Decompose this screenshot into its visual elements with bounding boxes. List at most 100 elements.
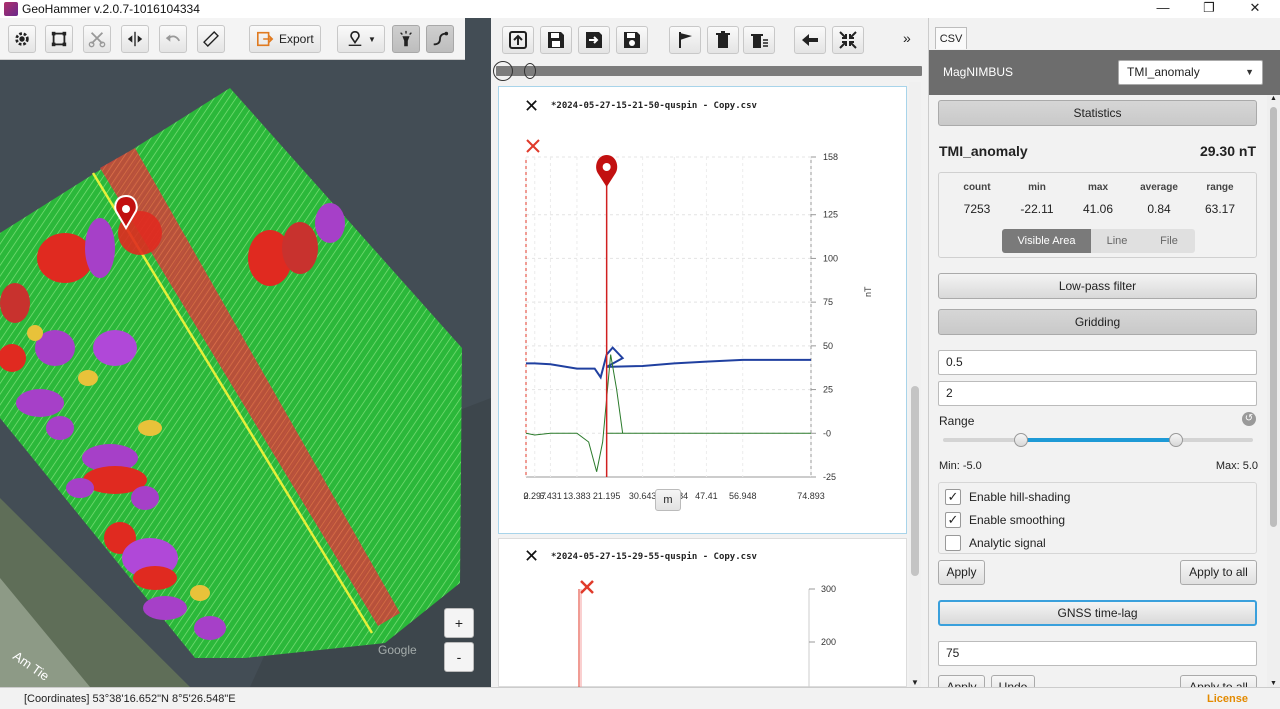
chart-start-x-icon[interactable]	[526, 139, 540, 153]
delete-all-button[interactable]	[743, 26, 775, 54]
scroll-down-icon[interactable]: ▼	[911, 678, 919, 687]
x-unit-button[interactable]: m	[655, 489, 681, 511]
range-slider-max-handle[interactable]	[1168, 433, 1183, 447]
range-handle-left[interactable]	[493, 61, 513, 81]
profile-chart-card-2[interactable]: ✕ *2024-05-27-15-29-55-quspin - Copy.csv…	[498, 538, 908, 689]
save-as-button[interactable]	[578, 26, 610, 54]
x-tick-label: 47.41	[695, 491, 718, 501]
hill-shading-label: Enable hill-shading	[969, 490, 1071, 504]
gnss-time-lag-button[interactable]: GNSS time-lag	[938, 600, 1257, 626]
close-icon[interactable]: ✕	[524, 96, 539, 117]
profile-scrollbar[interactable]: ▼	[909, 82, 921, 687]
smoothing-checkbox[interactable]: ✓	[945, 512, 961, 528]
profile-chart-card[interactable]: ✕ *2024-05-27-15-21-50-quspin - Copy.csv…	[498, 86, 907, 534]
x-tick-label: 30.643	[629, 491, 657, 501]
status-bar: [Coordinates] 53°38'16.652"N 8°5'26.548"…	[0, 687, 1280, 709]
y-axis-unit-label: nT	[863, 286, 873, 297]
x-tick-label: 13.383	[563, 491, 591, 501]
time-lag-input[interactable]: 75	[938, 641, 1257, 666]
option-analytic-signal[interactable]: Analytic signal	[945, 533, 1046, 553]
settings-scrollbar[interactable]: ▲ ▼	[1267, 95, 1280, 687]
zoom-out-button[interactable]: -	[444, 642, 474, 672]
delete-button[interactable]	[707, 26, 739, 54]
close-icon[interactable]: ✕	[524, 546, 539, 567]
stat-channel-name: TMI_anomaly	[939, 143, 1028, 159]
scrollbar-thumb[interactable]	[1270, 107, 1277, 527]
cut-button[interactable]	[83, 25, 111, 53]
collapse-view-button[interactable]	[832, 26, 864, 54]
map-canvas[interactable]: Am Tie Google	[0, 18, 491, 687]
apply-to-all-button-2[interactable]: Apply to all	[1180, 675, 1257, 687]
y-tick-label: 75	[823, 297, 833, 307]
reset-range-icon[interactable]: ↺	[1242, 412, 1256, 426]
scope-tab-line[interactable]: Line	[1091, 229, 1143, 253]
minimize-button[interactable]: —	[1140, 0, 1186, 18]
scroll-up-icon[interactable]: ▲	[1270, 95, 1277, 102]
statistics-button[interactable]: Statistics	[938, 100, 1257, 126]
profile-chart-2[interactable]: 300 200	[499, 579, 908, 689]
split-button[interactable]	[121, 25, 149, 53]
analytic-signal-checkbox[interactable]	[945, 535, 961, 551]
apply-to-all-button[interactable]: Apply to all	[1180, 560, 1257, 585]
undo-button-2[interactable]: Undo	[991, 675, 1035, 687]
scrollbar-thumb[interactable]	[911, 386, 919, 576]
coordinates-readout: [Coordinates] 53°38'16.652"N 8°5'26.548"…	[24, 693, 236, 705]
hill-shading-checkbox[interactable]: ✓	[945, 489, 961, 505]
back-button[interactable]	[794, 26, 826, 54]
save-all-button[interactable]	[616, 26, 648, 54]
channel-select[interactable]: TMI_anomaly ▼	[1118, 60, 1263, 85]
track-toggle[interactable]	[426, 25, 454, 53]
close-window-button[interactable]: ✕	[1232, 0, 1278, 18]
map-view[interactable]: Am Tie Google + -	[0, 18, 491, 687]
range-scrollbar[interactable]	[493, 61, 922, 81]
open-file-button[interactable]	[502, 26, 534, 54]
zoom-in-button[interactable]: +	[444, 608, 474, 638]
x-tick-label: 56.948	[729, 491, 757, 501]
apply-button[interactable]: Apply	[938, 560, 985, 585]
flashlight-toggle[interactable]	[392, 25, 420, 53]
gridding-button[interactable]: Gridding	[938, 309, 1257, 335]
range-slider-min-handle[interactable]	[1013, 433, 1028, 447]
range-slider-track[interactable]	[943, 433, 1253, 447]
chart-filename: *2024-05-27-15-21-50-quspin - Copy.csv	[551, 101, 757, 111]
location-pin-icon	[348, 30, 362, 46]
scope-tab-visible-area[interactable]: Visible Area	[1002, 229, 1091, 253]
scope-tab-file[interactable]: File	[1143, 229, 1195, 253]
route-icon	[433, 31, 449, 46]
profile-chart[interactable]: 158125100755025-0-25 02.2976.431 13.383 21…	[499, 127, 908, 507]
scroll-down-icon[interactable]: ▼	[1270, 680, 1277, 687]
stat-value-max: 41.06	[1082, 202, 1114, 216]
cell-size-input[interactable]: 0.5	[938, 350, 1257, 375]
blanking-distance-input[interactable]: 2	[938, 381, 1257, 406]
apply-button-2[interactable]: Apply	[938, 675, 985, 687]
x-tick-label: 74.893	[797, 491, 825, 501]
tab-csv[interactable]: CSV	[935, 27, 967, 49]
option-smoothing[interactable]: ✓ Enable smoothing	[945, 510, 1065, 530]
stat-value-range: 63.17	[1204, 202, 1236, 216]
license-link[interactable]: License	[1207, 693, 1248, 705]
measure-button[interactable]	[197, 25, 225, 53]
export-button[interactable]: Export	[249, 25, 321, 53]
toolbar-overflow-button[interactable]: »	[903, 30, 911, 46]
range-handle-right[interactable]	[524, 63, 536, 79]
pin-dot	[602, 163, 611, 171]
smoothing-label: Enable smoothing	[969, 513, 1066, 527]
stat-header-min: min	[1028, 182, 1046, 193]
maximize-button[interactable]: ❐	[1186, 0, 1232, 18]
y-tick-label: 25	[823, 385, 833, 395]
undo-button[interactable]	[159, 25, 187, 53]
chevron-down-icon: ▼	[368, 34, 376, 44]
chart-marker-pin-icon[interactable]	[596, 155, 618, 187]
save-button[interactable]	[540, 26, 572, 54]
lowpass-filter-button[interactable]: Low-pass filter	[938, 273, 1257, 299]
add-flag-button[interactable]	[669, 26, 701, 54]
range-slider-fill	[1020, 438, 1176, 442]
option-hill-shading[interactable]: ✓ Enable hill-shading	[945, 487, 1070, 507]
y-tick-label: -25	[823, 472, 836, 482]
fit-bounds-button[interactable]	[45, 25, 73, 53]
settings-button[interactable]	[8, 25, 36, 53]
map-layer-dropdown[interactable]: ▼	[337, 25, 385, 53]
chart-start-x-icon[interactable]	[580, 580, 594, 594]
frame-select-icon	[51, 31, 67, 47]
y-tick-300: 300	[821, 584, 836, 594]
